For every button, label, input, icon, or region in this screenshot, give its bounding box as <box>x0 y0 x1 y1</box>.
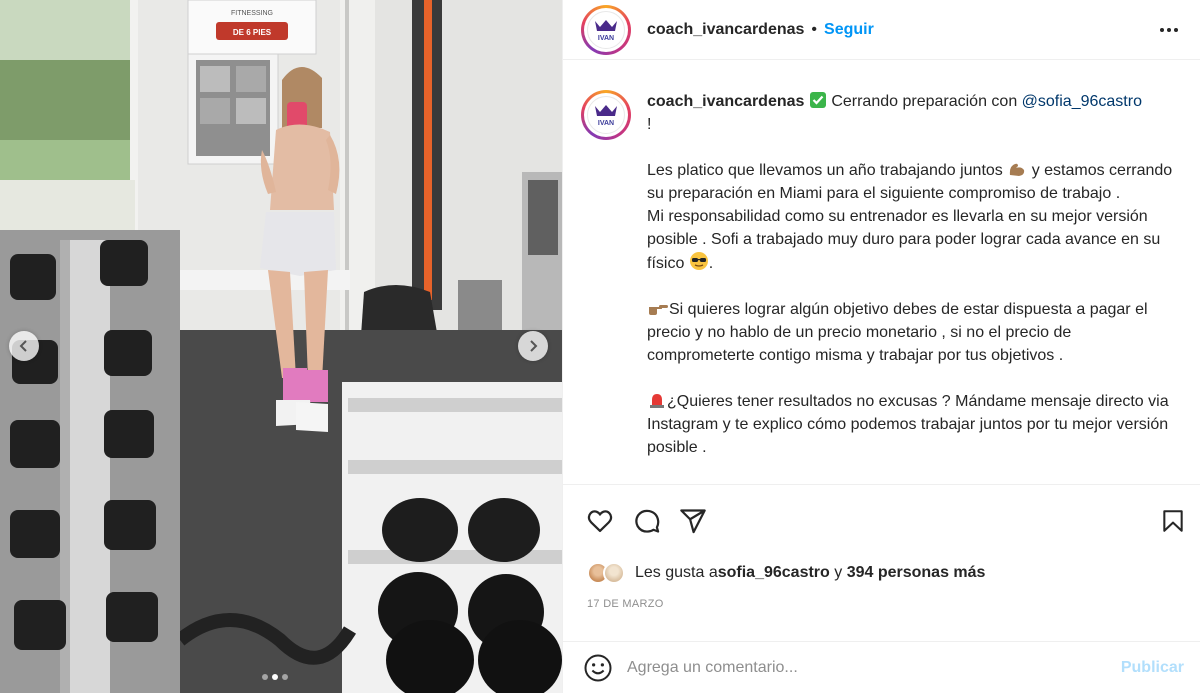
more-icon <box>1160 27 1164 32</box>
carousel-dot <box>282 674 288 680</box>
carousel-dot <box>262 674 268 680</box>
mention-link[interactable]: @sofia_96castro <box>1022 93 1142 110</box>
ivan-logo-icon: IVAN <box>595 105 617 127</box>
post-actions <box>563 484 1200 556</box>
likes-middle: y <box>829 564 847 581</box>
svg-text:IVAN: IVAN <box>598 35 614 42</box>
gym-sign-bottom-text: DE 6 PIES <box>233 28 272 37</box>
author-username[interactable]: coach_ivancardenas <box>647 21 804 39</box>
more-options-button[interactable] <box>1154 22 1184 38</box>
check-icon <box>809 92 826 108</box>
ivan-logo-icon: IVAN <box>595 19 617 42</box>
likers-avatars[interactable] <box>587 562 625 584</box>
siren-icon <box>650 394 664 408</box>
carousel-indicator <box>262 674 288 680</box>
caption-area: IVAN coach_ivancardenas Cerrando prepara… <box>563 60 1200 484</box>
caption-p3: Si quieres lograr algún objetivo debes d… <box>647 301 1148 364</box>
instagram-post: FITNESSING DE 6 PIES IVAN coach_ivancard… <box>0 0 1200 693</box>
chevron-right-icon <box>530 340 538 352</box>
caption-text: coach_ivancardenas Cerrando preparación … <box>647 90 1180 484</box>
gym-mirror-selfie-photo: FITNESSING DE 6 PIES <box>0 0 562 693</box>
bookmark-icon <box>1163 509 1183 532</box>
post-media[interactable]: FITNESSING DE 6 PIES <box>0 0 562 693</box>
caption-line1: Cerrando preparación con <box>826 93 1022 110</box>
liker-username[interactable]: sofia_96castro <box>718 564 830 582</box>
comment-button[interactable] <box>633 507 661 535</box>
carousel-dot-active <box>272 674 278 680</box>
previous-photo-button[interactable] <box>9 331 39 361</box>
caption-username[interactable]: coach_ivancardenas <box>647 93 804 110</box>
post-side-panel: IVAN coach_ivancardenas • Seguir IVAN co… <box>562 0 1200 693</box>
share-button[interactable] <box>679 507 707 535</box>
follow-button[interactable]: Seguir <box>824 21 874 39</box>
caption-p4: ¿Quieres tener resultados no excusas ? M… <box>647 393 1169 456</box>
heart-icon <box>587 509 613 532</box>
pointing-hand-icon <box>649 305 668 315</box>
flexed-biceps-icon <box>1010 163 1025 176</box>
author-avatar[interactable]: IVAN <box>581 4 631 55</box>
caption-p2-end: . <box>708 255 714 272</box>
post-date[interactable]: 17 DE MARZO <box>563 590 1200 618</box>
share-icon <box>680 508 706 533</box>
caption-avatar[interactable]: IVAN <box>581 90 631 140</box>
comment-box: Publicar <box>563 641 1200 693</box>
caption-p2: Mi responsabilidad como su entrenador es… <box>647 208 1161 272</box>
caption-line1-end: ! <box>647 116 652 133</box>
post-header: IVAN coach_ivancardenas • Seguir <box>563 0 1200 60</box>
emoji-button[interactable] <box>583 653 613 683</box>
emoji-icon <box>584 654 612 681</box>
gym-sign-top-text: FITNESSING <box>231 10 273 17</box>
comment-input[interactable] <box>627 658 1121 677</box>
publish-button[interactable]: Publicar <box>1121 659 1184 677</box>
caption-p1a: Les platico que llevamos un año trabajan… <box>647 162 1008 179</box>
like-button[interactable] <box>585 507 615 535</box>
next-photo-button[interactable] <box>518 331 548 361</box>
chevron-left-icon <box>19 340 27 352</box>
svg-text:IVAN: IVAN <box>598 120 614 127</box>
save-button[interactable] <box>1160 507 1186 535</box>
comment-icon <box>635 509 660 533</box>
sunglasses-face-icon <box>689 252 708 270</box>
likes-summary: Les gusta a sofia_96castro y 394 persona… <box>563 556 1200 590</box>
liker-avatar <box>603 562 625 584</box>
likes-prefix: Les gusta a <box>635 564 718 581</box>
separator-dot: • <box>811 20 818 38</box>
likes-others[interactable]: 394 personas más <box>847 564 986 582</box>
